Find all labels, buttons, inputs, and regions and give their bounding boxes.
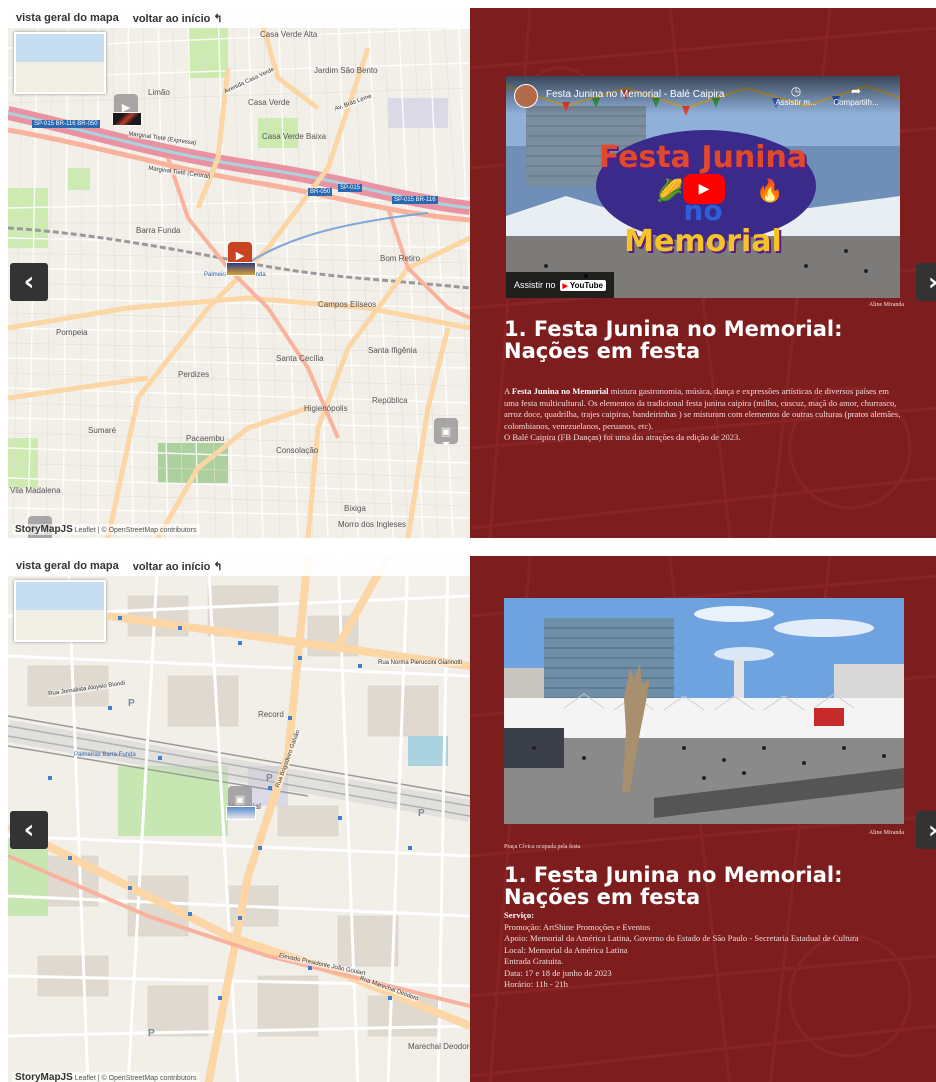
previous-slide-button[interactable]: ‹ [10, 811, 48, 849]
channel-avatar[interactable] [514, 84, 538, 108]
svg-text:P: P [148, 1028, 155, 1039]
map-attribution: StoryMapJS Leaflet | © OpenStreetMap con… [12, 524, 200, 535]
slide-title: 1. Festa Junina no Memorial: Nações em f… [504, 863, 843, 909]
attribution-text[interactable]: Leaflet | © OpenStreetMap contributors [75, 1075, 197, 1082]
storymapjs-brand[interactable]: StoryMapJS [15, 1072, 73, 1082]
attribution-text[interactable]: Leaflet | © OpenStreetMap contributors [75, 527, 197, 534]
share-icon: ➦ [850, 84, 862, 98]
map-label: Campos Elíseos [318, 300, 377, 309]
service-line: Apoio: Memorial da América Latina, Gover… [504, 933, 859, 943]
media-credit: Aline Miranda [868, 830, 904, 836]
service-line: Entrada Gratuita. [504, 956, 564, 966]
service-info: Serviço: Promoção: ArtShine Promoções e … [504, 910, 904, 991]
next-slide-button[interactable]: › [916, 263, 936, 301]
map-label: Casa Verde Alta [260, 30, 318, 39]
map-attribution: StoryMapJS Leaflet | © OpenStreetMap con… [12, 1072, 200, 1082]
watch-later-button[interactable]: ◷ Assistir m... [768, 84, 824, 107]
service-line: Data: 17 e 18 de junho de 2023 [504, 967, 612, 978]
svg-text:P: P [266, 773, 273, 784]
back-to-start-link[interactable]: voltar ao início ↰ [133, 12, 223, 25]
service-line: Promoção: ArtShine Promoções e Eventos [504, 921, 651, 932]
highway-shield: BR-050 [308, 188, 333, 196]
map-label: Perdizes [178, 370, 210, 379]
back-to-start-link[interactable]: voltar ao início ↰ [133, 560, 223, 573]
map-label: Record [258, 710, 284, 719]
marker-thumbnail[interactable] [226, 262, 256, 276]
map-overview-link[interactable]: vista geral do mapa [16, 560, 119, 572]
share-label: Compartilh... [833, 98, 879, 107]
map-label: Higienópolis [304, 404, 348, 413]
map-view[interactable]: vista geral do mapa voltar ao início ↰ C… [8, 8, 470, 538]
map-label: Barra Funda [136, 226, 181, 235]
story-panel: 🌽 🔥 Festa Junina no Memorial - Balé Caip… [470, 8, 936, 538]
map-label: Santa Ifigênia [368, 346, 417, 355]
service-line: Horário: 11h - 21h [504, 979, 568, 989]
youtube-video-embed[interactable]: 🌽 🔥 Festa Junina no Memorial - Balé Caip… [506, 76, 900, 298]
marker-thumbnail[interactable] [226, 806, 256, 820]
map-label: Limão [148, 88, 170, 97]
map-label: Bixiga [344, 504, 366, 513]
slide-title: 1. Festa Junina no Memorial: Nações em f… [504, 317, 843, 363]
play-icon[interactable]: ▶ [683, 174, 725, 204]
map-label: Jardim São Bento [314, 66, 378, 75]
next-slide-button[interactable]: › [916, 811, 936, 849]
youtube-logo: YouTube [559, 279, 606, 291]
map-navigation-bar: vista geral do mapa voltar ao início ↰ [8, 556, 470, 576]
map-label: Vila Madalena [10, 486, 61, 495]
station-label: Palmeiras Barra Funda [74, 752, 136, 758]
previous-slide-button[interactable]: ‹ [10, 263, 48, 301]
map-label: Santa Cecília [276, 354, 324, 363]
watch-later-label: Assistir m... [775, 98, 817, 107]
highway-shield: SP-015 [338, 184, 363, 192]
svg-text:P: P [418, 808, 425, 819]
map-overview-link[interactable]: vista geral do mapa [16, 12, 119, 24]
storymapjs-brand[interactable]: StoryMapJS [15, 524, 73, 535]
map-label: Pacaembu [186, 434, 225, 443]
svg-text:P: P [128, 698, 135, 709]
clock-icon: ◷ [790, 84, 802, 98]
service-heading: Serviço: [504, 910, 535, 920]
photo-caption: Praça Cívica ocupada pela festa [504, 844, 581, 850]
service-line: Local: Memorial da América Latina [504, 944, 628, 955]
story-panel: Aline Miranda Praça Cívica ocupada pela … [470, 556, 936, 1082]
storymap-slide-1: vista geral do mapa voltar ao início ↰ C… [8, 8, 936, 538]
image-marker-icon[interactable]: ▣ [434, 418, 458, 446]
watch-on-youtube-button[interactable]: Assistir no YouTube [506, 272, 614, 298]
road-label: Rua Norma Pieruccini Giannotti [378, 660, 463, 666]
map-label: Consolação [276, 446, 319, 455]
map-view[interactable]: P P P P vista geral do mapa voltar ao iníci… [8, 556, 470, 1082]
slide-description: A Festa Junina no Memorial mistura gastr… [504, 386, 904, 444]
minimap-land [16, 610, 104, 640]
map-label: Casa Verde Baixa [262, 132, 327, 141]
map-label: Bom Retiro [380, 254, 421, 263]
share-button[interactable]: ➦ Compartilh... [828, 84, 884, 107]
video-title[interactable]: Festa Junina no Memorial - Balé Caipira [546, 89, 724, 100]
map-label: Casa Verde [248, 98, 290, 107]
map-label: Morro dos Ingleses [338, 520, 407, 529]
video-overlay-subtitle: Memorial [624, 224, 782, 259]
slide-photo [504, 598, 904, 824]
minimap-land [16, 62, 104, 92]
map-label: Marechal Deodoro [408, 1042, 470, 1051]
description-extra: O Balé Caipira (FB Danças) foi uma das a… [504, 432, 741, 442]
highway-shield: SP-015 BR-116 BR-050 [32, 120, 100, 128]
description-prefix: A [504, 386, 512, 396]
highway-shield: SP-015 BR-116 [392, 196, 438, 204]
marker-thumbnail[interactable] [112, 112, 142, 126]
map-label: Sumaré [88, 426, 117, 435]
watch-on-label: Assistir no [514, 280, 556, 290]
minimap[interactable] [14, 32, 106, 94]
photo-image [504, 598, 904, 824]
description-highlight: Festa Junina no Memorial [511, 386, 609, 396]
map-label: Pompeia [56, 328, 88, 337]
storymap-slide-2: P P P P vista geral do mapa voltar ao iníci… [8, 556, 936, 1082]
media-credit: Aline Miranda [868, 302, 904, 308]
map-label: República [372, 396, 408, 405]
map-navigation-bar: vista geral do mapa voltar ao início ↰ [8, 8, 470, 28]
minimap[interactable] [14, 580, 106, 642]
video-overlay-title: Festa Junina [598, 140, 808, 175]
